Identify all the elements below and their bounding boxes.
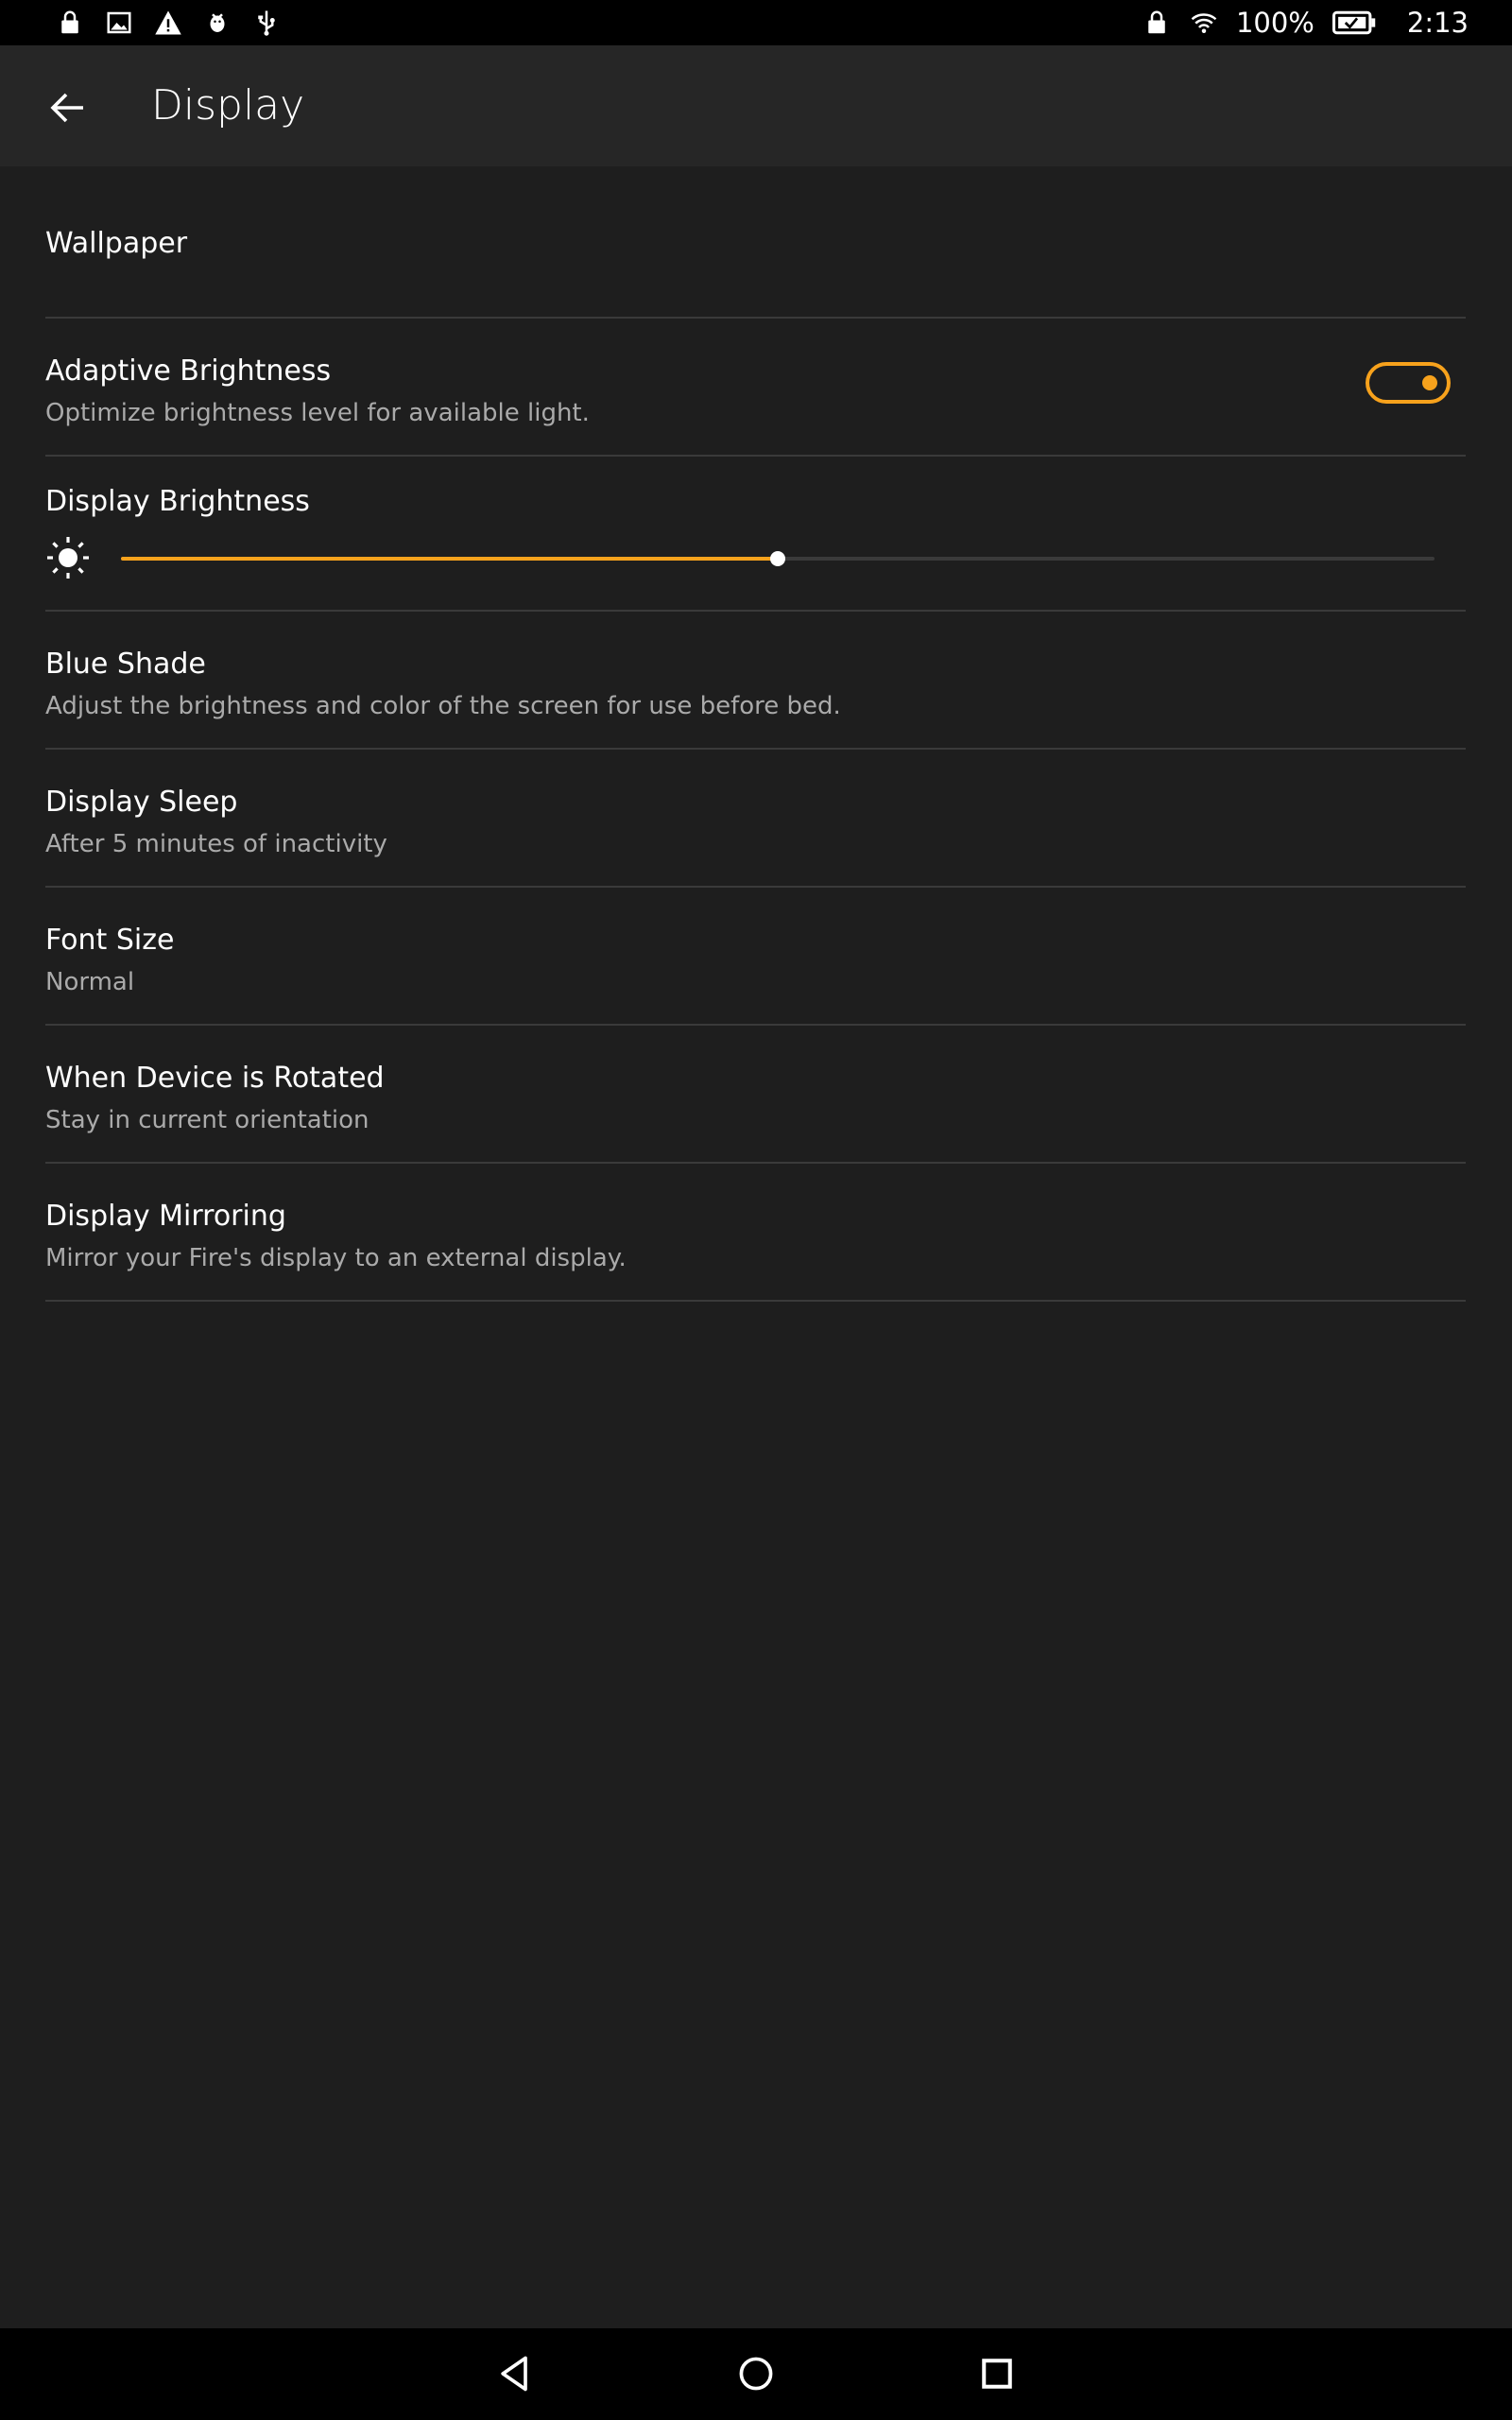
setting-subtitle: Normal	[45, 968, 135, 996]
app-bar: Display	[0, 45, 1512, 166]
slider-fill	[121, 557, 778, 561]
setting-subtitle: After 5 minutes of inactivity	[45, 830, 387, 858]
battery-percent: 100%	[1235, 7, 1314, 39]
lock-icon	[1142, 6, 1172, 40]
display-brightness-setting: Display Brightness	[45, 457, 1466, 612]
page-title: Display	[151, 81, 305, 130]
lock-icon	[55, 6, 85, 40]
home-icon	[739, 2357, 773, 2391]
font-size-setting[interactable]: Font Size Normal	[45, 888, 1466, 1026]
display-sleep-setting[interactable]: Display Sleep After 5 minutes of inactiv…	[45, 750, 1466, 888]
nav-recents-button[interactable]	[969, 2345, 1025, 2402]
image-icon	[104, 6, 134, 40]
adaptive-brightness-toggle[interactable]	[1366, 362, 1451, 404]
display-mirroring-setting[interactable]: Display Mirroring Mirror your Fire's dis…	[45, 1164, 1466, 1302]
setting-title: Display Mirroring	[45, 1200, 286, 1233]
adaptive-brightness-setting[interactable]: Adaptive Brightness Optimize brightness …	[45, 319, 1466, 457]
status-bar: 100% 2:13	[0, 0, 1512, 45]
brightness-slider-area	[45, 526, 1466, 592]
nav-back-button[interactable]	[487, 2345, 543, 2402]
toggle-knob	[1422, 375, 1437, 390]
setting-subtitle: Mirror your Fire's display to an externa…	[45, 1244, 627, 1272]
setting-title: Blue Shade	[45, 648, 206, 681]
setting-title: Display Sleep	[45, 786, 238, 819]
clock: 2:13	[1406, 7, 1469, 39]
usb-icon	[251, 6, 282, 40]
back-icon	[501, 2356, 527, 2392]
rotation-setting[interactable]: When Device is Rotated Stay in current o…	[45, 1026, 1466, 1164]
back-button[interactable]	[38, 78, 98, 138]
navigation-bar	[0, 2328, 1512, 2420]
setting-title: Adaptive Brightness	[45, 354, 332, 388]
setting-subtitle: Stay in current orientation	[45, 1106, 369, 1134]
slider-thumb[interactable]	[770, 551, 785, 566]
setting-title: Display Brightness	[45, 485, 310, 518]
wallpaper-setting[interactable]: Wallpaper	[45, 166, 1466, 319]
settings-list: Wallpaper Adaptive Brightness Optimize b…	[45, 166, 1466, 1302]
battery-icon	[1332, 6, 1377, 40]
setting-subtitle: Optimize brightness level for available …	[45, 399, 590, 427]
setting-title: Wallpaper	[45, 227, 188, 260]
recents-icon	[982, 2359, 1012, 2389]
setting-title: When Device is Rotated	[45, 1062, 385, 1095]
arrow-left-icon	[50, 93, 83, 123]
wifi-icon	[1189, 6, 1219, 40]
warning-icon	[153, 6, 183, 40]
debug-icon	[202, 6, 232, 40]
setting-title: Font Size	[45, 924, 175, 957]
brightness-slider[interactable]	[121, 551, 1435, 566]
setting-subtitle: Adjust the brightness and color of the s…	[45, 692, 841, 720]
blue-shade-setting[interactable]: Blue Shade Adjust the brightness and col…	[45, 612, 1466, 750]
nav-home-button[interactable]	[728, 2345, 784, 2402]
sun-icon	[47, 537, 89, 579]
